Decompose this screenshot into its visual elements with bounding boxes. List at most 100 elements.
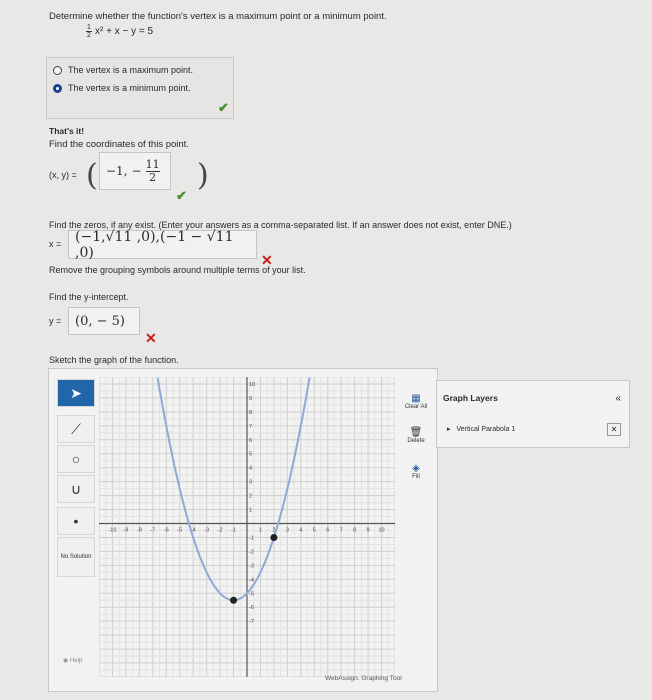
radio-maximum[interactable] xyxy=(53,65,62,75)
x-tick-label: 5 xyxy=(313,528,316,534)
y-tick-label: -5 xyxy=(249,591,254,597)
y-tick-label: 5 xyxy=(249,452,252,458)
yint-label: y = xyxy=(49,316,62,326)
plotted-point xyxy=(270,533,278,541)
yint-question: Find the y-intercept. xyxy=(49,292,129,302)
y-tick-label: -3 xyxy=(249,563,254,569)
line-tool[interactable]: ⟋ xyxy=(57,415,95,443)
y-tick-label: -7 xyxy=(249,619,254,625)
delete-button[interactable]: 🗑 Delete xyxy=(401,421,431,449)
y-tick-label: 3 xyxy=(249,480,252,486)
x-tick-label: -10 xyxy=(108,528,116,534)
x-tick-label: -6 xyxy=(164,528,169,534)
x-tick-label: -9 xyxy=(123,528,128,534)
x-tick-label: 9 xyxy=(367,528,370,534)
circle-tool[interactable]: ○ xyxy=(57,445,95,473)
graph-canvas[interactable]: -10 -9 -8 -7 -6 -5 -4 -3 -2 -1 1 2 3 4 5 6 7 8 9 10 10 9 8 7 6 5 4… xyxy=(99,377,395,677)
layer-item[interactable]: ▸ Vertical Parabola 1 xyxy=(447,425,515,433)
graph-layers-panel: Graph Layers « ▸ Vertical Parabola 1 ✕ xyxy=(436,380,630,448)
help-label: Help xyxy=(69,658,83,664)
fill-label: Fill xyxy=(412,473,420,480)
remove-layer-icon[interactable]: ✕ xyxy=(607,423,621,436)
point-tool[interactable]: • xyxy=(57,507,95,535)
y-tick-label: -6 xyxy=(249,605,254,611)
fill-icon: ◈ xyxy=(412,462,420,474)
pointer-icon: ➤ xyxy=(70,384,82,401)
yint-cross-icon: ✕ xyxy=(145,330,157,346)
webassign-brand: WebAssign. Graphing Tool xyxy=(325,675,402,682)
graph-grid xyxy=(99,377,395,677)
radio-minimum[interactable] xyxy=(53,83,62,93)
vertex-check-icon: ✔ xyxy=(176,188,187,203)
x-tick-label: -1 xyxy=(231,528,236,534)
vertex-question: Find the coordinates of this point. xyxy=(49,139,189,150)
y-tick-label: -4 xyxy=(249,577,254,583)
parabola-tool[interactable]: ∪ xyxy=(57,475,95,503)
clear-all-label: Clear All xyxy=(404,403,428,410)
y-tick-label: 4 xyxy=(249,466,252,472)
layer-item-label: Vertical Parabola 1 xyxy=(456,426,516,433)
question-prompt: Determine whether the function's vertex … xyxy=(49,11,387,22)
y-tick-label: 9 xyxy=(249,396,252,402)
fraction-numerator: 1 xyxy=(87,24,91,31)
x-tick-label: -8 xyxy=(137,528,142,534)
graphing-tool: ➤ ⟋ ○ ∪ • No Solution ◉ Help -10 -9 -8 -7 -6… xyxy=(48,368,438,692)
x-tick-label: 8 xyxy=(353,528,356,534)
vertex-y-numerator: 11 xyxy=(145,157,160,171)
clear-all-button[interactable]: ▦ Clear All xyxy=(401,387,431,415)
function-equation: 1 2 x² + x − y = 5 xyxy=(86,24,153,39)
zeros-answer-value: (−1,√11 ,0),(−1 − √11 ,0) xyxy=(75,228,234,261)
x-tick-label: 7 xyxy=(340,528,343,534)
no-solution-label: No Solution xyxy=(60,553,92,560)
x-tick-label: 10 xyxy=(378,528,384,534)
choice-label: The vertex is a maximum point. xyxy=(68,65,194,75)
y-tick-label: 1 xyxy=(249,508,252,514)
point-icon: • xyxy=(73,513,79,529)
help-icon: ◉ xyxy=(63,658,70,664)
y-tick-label: -2 xyxy=(249,549,254,555)
y-tick-label: 8 xyxy=(249,410,252,416)
equation-fraction: 1 2 xyxy=(86,24,92,39)
yint-answer-value: (0, − 5) xyxy=(75,313,125,329)
layers-title: Graph Layers xyxy=(443,393,498,403)
parabola-icon: ∪ xyxy=(70,480,82,497)
layer-bullet-icon: ▸ xyxy=(447,426,451,433)
circle-icon: ○ xyxy=(71,451,81,467)
x-tick-label: -7 xyxy=(150,528,155,534)
answer-choices: The vertex is a maximum point. The verte… xyxy=(46,57,234,119)
vertex-x-value: −1, xyxy=(106,164,128,178)
choice-minimum[interactable]: The vertex is a minimum point. xyxy=(53,83,191,93)
choice-maximum[interactable]: The vertex is a maximum point. xyxy=(53,65,193,75)
delete-label: Delete xyxy=(407,437,425,444)
yint-answer-field[interactable]: (0, − 5) xyxy=(68,307,140,335)
pointer-tool[interactable]: ➤ xyxy=(57,379,95,407)
vertex-answer-field[interactable]: −1, − 11 2 xyxy=(99,152,171,190)
x-tick-label: -3 xyxy=(204,528,209,534)
zeros-feedback: Remove the grouping symbols around multi… xyxy=(49,265,306,275)
vertex-point xyxy=(230,596,238,604)
y-tick-label: -1 xyxy=(249,535,254,541)
vertex-minus: − xyxy=(131,164,142,178)
vertex-y-fraction: 11 2 xyxy=(145,157,160,184)
collapse-icon[interactable]: « xyxy=(615,393,621,404)
fill-button[interactable]: ◈ Fill xyxy=(401,457,431,485)
fraction-denominator: 2 xyxy=(87,32,91,39)
no-solution-button[interactable]: No Solution xyxy=(57,537,95,577)
line-icon: ⟋ xyxy=(71,420,81,437)
close-paren: ) xyxy=(197,158,209,193)
clear-icon: ▦ xyxy=(411,392,421,404)
y-tick-label: 7 xyxy=(249,424,252,430)
y-tick-label: 2 xyxy=(249,494,252,500)
correct-check-icon: ✔ xyxy=(218,100,229,115)
x-tick-label: 1 xyxy=(259,528,262,534)
feedback-correct: That's it! xyxy=(49,126,85,136)
x-tick-label: 6 xyxy=(326,528,329,534)
zeros-answer-field[interactable]: (−1,√11 ,0),(−1 − √11 ,0) xyxy=(68,228,257,261)
y-tick-label: 6 xyxy=(249,438,252,444)
x-tick-label: -5 xyxy=(177,528,182,534)
help-button[interactable]: ◉ Help xyxy=(63,657,82,664)
trash-icon: 🗑 xyxy=(409,426,423,438)
sketch-prompt: Sketch the graph of the function. xyxy=(49,355,179,365)
vertex-label: (x, y) = xyxy=(49,170,77,180)
y-tick-label: 10 xyxy=(249,382,255,388)
